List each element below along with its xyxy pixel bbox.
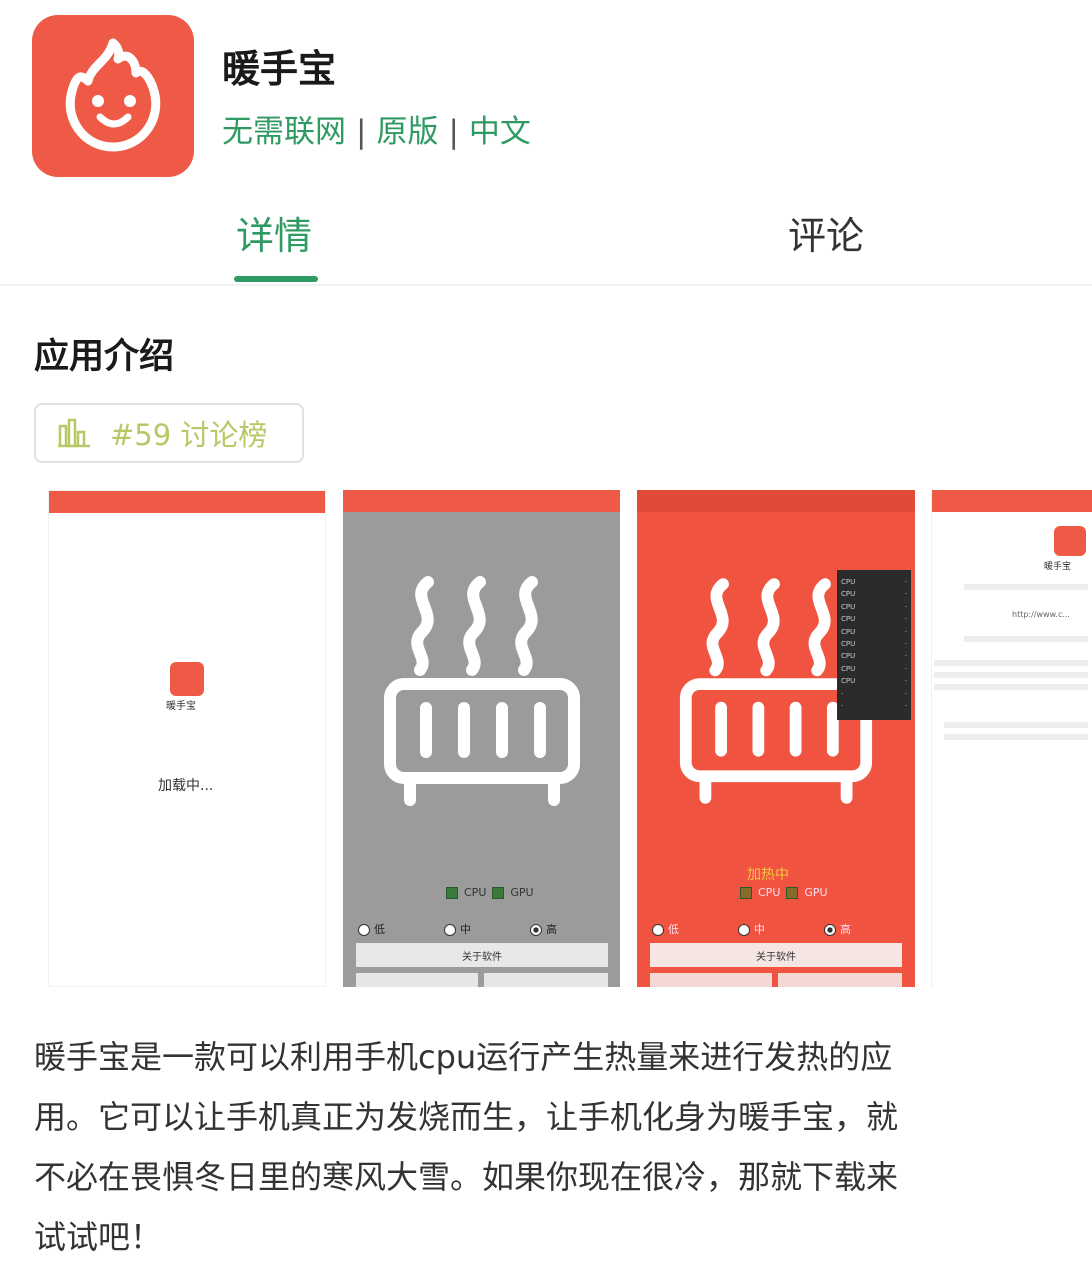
radio-high-label: 高 [840, 923, 851, 936]
radio-mid[interactable] [444, 924, 456, 936]
app-status-bar [49, 491, 325, 513]
radio-low-label: 低 [374, 923, 385, 936]
about-text-line [964, 636, 1088, 642]
radio-high-label: 高 [546, 923, 557, 936]
cpu-gpu-options: CPU GPU [446, 886, 534, 899]
gpu-checkbox[interactable] [492, 886, 505, 899]
bottom-button[interactable] [650, 973, 772, 987]
description-line: 用。它可以让手机真正为发烧而生，让手机化身为暖手宝，就 [34, 1098, 899, 1136]
bar-chart-icon [58, 418, 90, 448]
about-text-block [944, 722, 1088, 744]
about-button[interactable]: 关于软件 [650, 943, 902, 967]
radio-low[interactable] [358, 924, 370, 936]
description-line: 暖手宝是一款可以利用手机cpu运行产生热量来进行发热的应 [34, 1038, 893, 1076]
tag-separator: | [356, 114, 367, 150]
app-description: 暖手宝是一款可以利用手机cpu运行产生热量来进行发热的应 用。它可以让手机真正为… [34, 1027, 1054, 1267]
rank-badge[interactable]: #59 讨论榜 [34, 403, 304, 463]
gpu-label: GPU [510, 886, 534, 899]
rank-badge-text: #59 讨论榜 [110, 418, 268, 452]
bottom-button[interactable] [778, 973, 902, 987]
level-low[interactable]: 低 [358, 921, 385, 937]
tag-separator: | [448, 114, 459, 150]
app-status-bar [637, 490, 915, 512]
radio-low[interactable] [652, 924, 664, 936]
app-status-bar [343, 490, 620, 512]
tag-original: 原版 [376, 114, 439, 150]
radio-low-label: 低 [668, 923, 679, 936]
tabs-divider [0, 284, 1092, 286]
about-copyright-line [964, 584, 1088, 590]
app-tags: 无需联网 | 原版 | 中文 [222, 106, 531, 151]
tab-comments[interactable]: 评论 [788, 205, 864, 260]
gpu-checkbox[interactable] [786, 886, 799, 899]
tag-offline: 无需联网 [222, 114, 346, 150]
cpu-checkbox[interactable] [740, 886, 752, 899]
cpu-gpu-options: CPU GPU [740, 886, 828, 899]
tag-chinese: 中文 [468, 114, 531, 150]
flame-smile-icon [1054, 526, 1086, 556]
about-text-block [934, 660, 1088, 694]
app-icon [32, 15, 194, 177]
splash-app-name: 暖手宝 [166, 701, 196, 712]
cpu-label: CPU [758, 886, 781, 899]
level-high[interactable]: 高 [530, 921, 557, 937]
cpu-label: CPU [464, 886, 487, 899]
description-line: 试试吧！ [34, 1218, 163, 1256]
bottom-button[interactable] [356, 973, 478, 987]
about-app-name: 暖手宝 [1044, 562, 1072, 572]
active-tab-indicator [234, 276, 318, 282]
loading-text: 加载中... [158, 778, 214, 794]
cpu-checkbox[interactable] [446, 886, 458, 899]
heater-icon [384, 576, 580, 806]
tab-details[interactable]: 详情 [236, 205, 312, 260]
screenshot-loading[interactable] [48, 490, 326, 987]
about-button[interactable]: 关于软件 [356, 943, 608, 967]
flame-smile-icon [170, 662, 204, 696]
about-url[interactable]: http://www.c... [1012, 610, 1070, 619]
bottom-button[interactable] [484, 973, 608, 987]
level-high[interactable]: 高 [824, 921, 851, 937]
cpu-frequency-panel: CPU · CPU · CPU · CPU · CPU · CPU · CPU · CPU · … [837, 570, 911, 720]
radio-mid-label: 中 [460, 923, 471, 936]
radio-mid[interactable] [738, 924, 750, 936]
heating-status: 加热中 [747, 867, 789, 883]
app-status-bar [932, 490, 1092, 512]
radio-high[interactable] [824, 924, 836, 936]
section-title: 应用介绍 [34, 337, 175, 377]
gpu-label: GPU [804, 886, 828, 899]
level-low[interactable]: 低 [652, 921, 679, 937]
radio-mid-label: 中 [754, 923, 765, 936]
radio-high[interactable] [530, 924, 542, 936]
level-mid[interactable]: 中 [738, 921, 765, 937]
description-line: 不必在畏惧冬日里的寒风大雪。如果你现在很冷，那就下载来 [34, 1158, 899, 1196]
level-mid[interactable]: 中 [444, 921, 471, 937]
app-name: 暖手宝 [222, 47, 337, 91]
